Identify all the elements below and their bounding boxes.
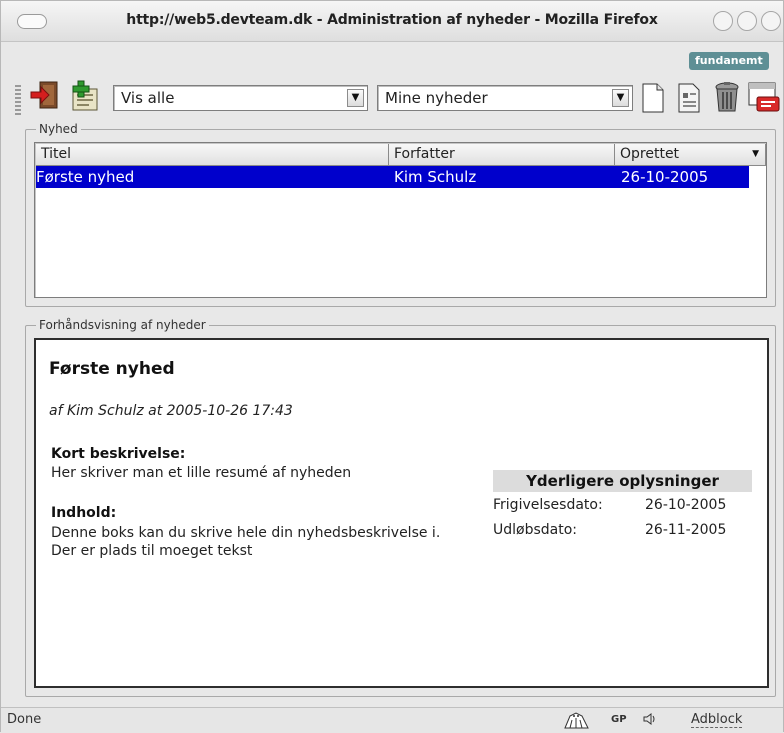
presentation-icon[interactable] bbox=[747, 81, 781, 113]
content-label: Indhold: bbox=[51, 505, 117, 521]
row-oprettet: 26-10-2005 bbox=[621, 168, 709, 186]
filter-select[interactable]: Vis alle ▼ bbox=[113, 85, 368, 111]
preview-title: Første nyhed bbox=[49, 359, 175, 379]
preview-byline: af Kim Schulz at 2005-10-26 17:43 bbox=[49, 403, 293, 419]
trash-icon[interactable] bbox=[713, 81, 741, 113]
title-bar: http://web5.devteam.dk - Administration … bbox=[1, 1, 783, 42]
maximize-button[interactable] bbox=[737, 11, 757, 31]
status-text: Done bbox=[7, 712, 42, 727]
column-header-oprettet[interactable]: Oprettet ▼ bbox=[615, 144, 766, 166]
column-picker-icon[interactable]: ▼ bbox=[752, 144, 759, 165]
gp-label[interactable]: GP bbox=[611, 714, 627, 725]
category-select[interactable]: Mine nyheder ▼ bbox=[377, 85, 633, 111]
news-list[interactable]: Titel Forfatter Oprettet ▼ Første nyhed … bbox=[34, 142, 767, 298]
preview-group-legend: Forhåndsvisning af nyheder bbox=[36, 318, 209, 332]
window-title: http://web5.devteam.dk - Administration … bbox=[126, 12, 658, 28]
release-date-label: Frigivelsesdato: bbox=[493, 497, 603, 513]
filter-select-value: Vis alle bbox=[121, 89, 175, 107]
exit-icon[interactable] bbox=[29, 80, 59, 110]
brand-badge: fundanemt bbox=[689, 52, 769, 70]
browser-window: http://web5.devteam.dk - Administration … bbox=[0, 0, 784, 733]
short-description-label: Kort beskrivelse: bbox=[51, 446, 186, 462]
column-header-oprettet-label: Oprettet bbox=[620, 146, 680, 162]
row-titel: Første nyhed bbox=[36, 168, 135, 186]
column-header-titel[interactable]: Titel bbox=[36, 144, 389, 166]
preview-group: Forhåndsvisning af nyheder Første nyhed … bbox=[25, 318, 776, 697]
document-list-icon[interactable] bbox=[675, 83, 703, 113]
news-group-legend: Nyhed bbox=[36, 122, 81, 136]
dropdown-arrow-icon[interactable]: ▼ bbox=[612, 89, 629, 107]
add-news-icon[interactable] bbox=[67, 80, 101, 112]
info-heading: Yderligere oplysninger bbox=[493, 470, 752, 492]
content-text: Denne boks kan du skrive hele din nyheds… bbox=[51, 525, 441, 559]
row-forfatter: Kim Schulz bbox=[394, 168, 477, 186]
status-bar: Done GP Adblock bbox=[1, 707, 783, 733]
new-document-icon[interactable] bbox=[641, 83, 665, 113]
adblock-link[interactable]: Adblock bbox=[691, 712, 743, 728]
expiry-date-value: 26-11-2005 bbox=[645, 522, 727, 538]
news-group: Nyhed Titel Forfatter Oprettet ▼ Første … bbox=[25, 122, 776, 307]
category-select-value: Mine nyheder bbox=[385, 89, 488, 107]
release-date-value: 26-10-2005 bbox=[645, 497, 727, 513]
toolbar-grip[interactable] bbox=[15, 85, 21, 115]
dropdown-arrow-icon[interactable]: ▼ bbox=[347, 89, 364, 107]
table-row[interactable]: Første nyhed Kim Schulz 26-10-2005 bbox=[36, 166, 749, 188]
speaker-icon[interactable] bbox=[643, 712, 657, 726]
greasemonkey-icon[interactable] bbox=[562, 710, 592, 730]
preview-pane: Første nyhed af Kim Schulz at 2005-10-26… bbox=[34, 338, 769, 688]
column-header-forfatter[interactable]: Forfatter bbox=[389, 144, 615, 166]
expiry-date-label: Udløbsdato: bbox=[493, 522, 578, 538]
short-description-text: Her skriver man et lille resumé af nyhed… bbox=[51, 465, 352, 481]
close-button[interactable] bbox=[761, 11, 781, 31]
minimize-button[interactable] bbox=[713, 11, 733, 31]
